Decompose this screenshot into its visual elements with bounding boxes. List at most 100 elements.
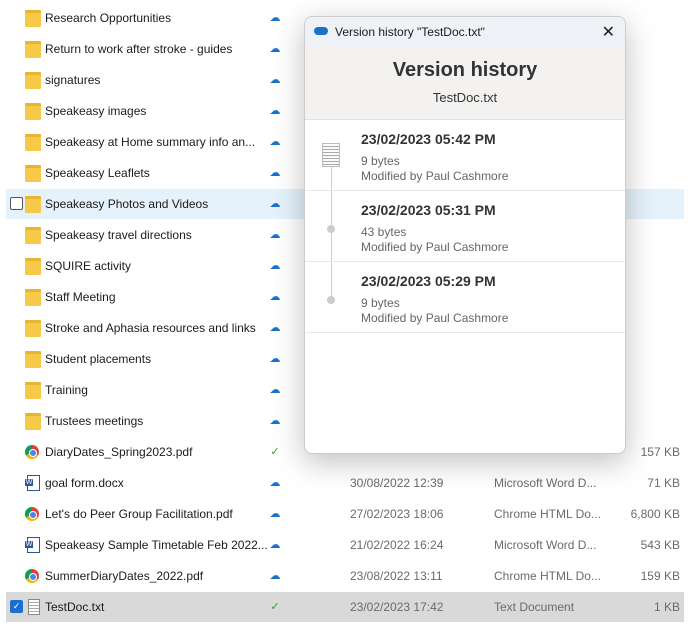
cloud-icon: ☁ <box>269 477 281 489</box>
document-icon <box>322 143 340 167</box>
chrome-pdf-icon <box>25 507 39 521</box>
row-checkbox[interactable] <box>10 197 23 210</box>
version-entry[interactable]: 23/02/2023 05:42 PM 9 bytes Modified by … <box>305 120 625 191</box>
text-document-icon <box>28 599 40 615</box>
cloud-icon: ☁ <box>269 12 281 24</box>
version-date: 23/02/2023 05:31 PM <box>361 202 496 218</box>
file-name: Speakeasy at Home summary info an... <box>45 135 256 149</box>
file-name: Speakeasy Leaflets <box>45 166 150 180</box>
file-date: 23/02/2023 17:42 <box>350 600 444 614</box>
folder-icon <box>25 227 41 244</box>
cloud-icon: ☁ <box>269 570 281 582</box>
onedrive-cloud-icon <box>314 27 328 35</box>
folder-icon <box>25 165 41 182</box>
version-size: 9 bytes <box>361 296 400 310</box>
file-name: Let's do Peer Group Facilitation.pdf <box>45 507 233 521</box>
word-document-icon <box>25 475 40 491</box>
file-name: Trustees meetings <box>45 414 144 428</box>
version-history-dialog: Version history "TestDoc.txt" ✕ Version … <box>304 16 626 454</box>
cloud-icon: ☁ <box>269 353 281 365</box>
file-row[interactable]: Let's do Peer Group Facilitation.pdf ☁ 27/… <box>6 499 684 529</box>
file-size: 157 KB <box>640 445 680 459</box>
cloud-icon: ☁ <box>269 74 281 86</box>
close-button[interactable]: ✕ <box>602 22 615 42</box>
cloud-icon: ☁ <box>269 291 281 303</box>
file-date: 27/02/2023 18:06 <box>350 507 444 521</box>
synced-check-icon: ✓ <box>270 446 280 458</box>
dialog-header: Version history TestDoc.txt <box>305 47 625 120</box>
folder-icon <box>25 320 41 337</box>
word-document-icon <box>25 537 40 553</box>
cloud-icon: ☁ <box>269 322 281 334</box>
file-size: 1 KB <box>653 600 680 614</box>
version-author: Modified by Paul Cashmore <box>361 169 509 183</box>
dialog-heading: Version history <box>392 59 538 81</box>
file-name: SQUIRE activity <box>45 259 132 273</box>
file-name: Speakeasy images <box>45 104 147 118</box>
file-size: 543 KB <box>640 538 680 552</box>
folder-icon <box>25 289 41 306</box>
version-author: Modified by Paul Cashmore <box>361 240 509 254</box>
file-name: Stroke and Aphasia resources and links <box>45 321 256 335</box>
file-name: Return to work after stroke - guides <box>45 42 233 56</box>
file-name: SummerDiaryDates_2022.pdf <box>45 569 204 583</box>
timeline-dot <box>327 225 335 233</box>
cloud-icon: ☁ <box>269 167 281 179</box>
file-name: Training <box>45 383 88 397</box>
folder-icon <box>25 258 41 275</box>
folder-icon <box>25 103 41 120</box>
file-name: Staff Meeting <box>45 290 116 304</box>
file-row[interactable]: SummerDiaryDates_2022.pdf ☁ 23/08/2022 13:… <box>6 561 684 591</box>
file-name: Speakeasy Photos and Videos <box>45 197 209 211</box>
file-type: Microsoft Word D... <box>494 476 597 490</box>
file-name: Speakeasy Sample Timetable Feb 2022... <box>45 538 268 552</box>
file-date: 23/08/2022 13:11 <box>350 569 443 583</box>
dialog-title: Version history "TestDoc.txt" <box>335 25 485 39</box>
file-row[interactable]: Speakeasy Sample Timetable Feb 2022...☁ 2… <box>6 530 684 560</box>
file-name: Student placements <box>45 352 152 366</box>
chrome-pdf-icon <box>25 569 39 583</box>
file-type: Microsoft Word D... <box>494 538 597 552</box>
cloud-icon: ☁ <box>269 229 281 241</box>
folder-icon <box>25 41 41 58</box>
version-date: 23/02/2023 05:29 PM <box>361 273 496 289</box>
folder-icon <box>25 413 41 430</box>
version-entry[interactable]: 23/02/2023 05:29 PM 9 bytes Modified by … <box>305 262 625 333</box>
cloud-icon: ☁ <box>269 384 281 396</box>
cloud-icon: ☁ <box>269 136 281 148</box>
synced-check-icon: ✓ <box>270 601 280 613</box>
cloud-icon: ☁ <box>269 105 281 117</box>
cloud-icon: ☁ <box>269 508 281 520</box>
folder-icon <box>25 134 41 151</box>
file-row[interactable]: goal form.docx ☁ 30/08/2022 12:39 Microsoft… <box>6 468 684 498</box>
cloud-icon: ☁ <box>269 539 281 551</box>
version-entry[interactable]: 23/02/2023 05:31 PM 43 bytes Modified by… <box>305 191 625 262</box>
folder-icon <box>25 196 41 213</box>
dialog-filename: TestDoc.txt <box>432 90 498 105</box>
file-date: 30/08/2022 12:39 <box>350 476 444 490</box>
file-name: signatures <box>45 73 101 87</box>
version-date: 23/02/2023 05:42 PM <box>361 131 496 147</box>
file-row[interactable]: ✓ TestDoc.txt ✓ 23/02/2023 17:42 Text Docume… <box>6 592 684 622</box>
file-name: DiaryDates_Spring2023.pdf <box>45 445 193 459</box>
cloud-icon: ☁ <box>269 415 281 427</box>
chrome-pdf-icon <box>25 445 39 459</box>
dialog-title-bar: Version history "TestDoc.txt" ✕ <box>305 17 625 47</box>
timeline-dot <box>327 296 335 304</box>
version-author: Modified by Paul Cashmore <box>361 311 509 325</box>
cloud-icon: ☁ <box>269 43 281 55</box>
cloud-icon: ☁ <box>269 198 281 210</box>
folder-icon <box>25 72 41 89</box>
folder-icon <box>25 382 41 399</box>
version-size: 43 bytes <box>361 225 407 239</box>
file-name: TestDoc.txt <box>45 600 105 614</box>
row-checkbox[interactable]: ✓ <box>10 600 23 613</box>
folder-icon <box>25 351 41 368</box>
file-name: Speakeasy travel directions <box>45 228 192 242</box>
file-type: Chrome HTML Do... <box>494 507 601 521</box>
file-type: Text Document <box>494 600 575 614</box>
cloud-icon: ☁ <box>269 260 281 272</box>
file-date: 21/02/2022 16:24 <box>350 538 444 552</box>
file-type: Chrome HTML Do... <box>494 569 601 583</box>
file-size: 71 KB <box>647 476 680 490</box>
